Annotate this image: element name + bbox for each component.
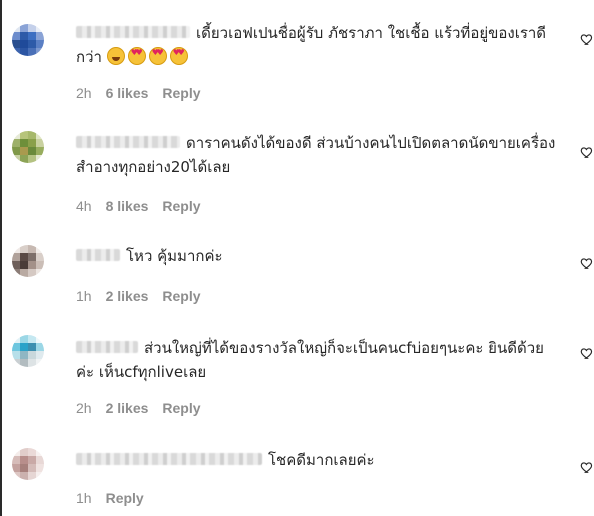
heart-outline-icon[interactable] (580, 145, 594, 159)
reply-button[interactable]: Reply (162, 85, 200, 101)
likes-count[interactable]: 6 likes (106, 85, 149, 101)
avatar[interactable] (12, 245, 44, 277)
comment-text: โชคดีมากเลยค่ะ (268, 451, 375, 469)
heart-outline-icon[interactable] (580, 460, 594, 474)
comment-body: ส่วนใหญ่ที่ได้ของรางวัลใหญ่ก็จะเป็นคนcfบ… (76, 336, 556, 384)
username-redacted[interactable] (76, 452, 262, 465)
comment-body: โหว คุ้มมากค่ะ (76, 244, 556, 268)
likes-count[interactable]: 8 likes (106, 198, 149, 214)
username-redacted[interactable] (76, 135, 180, 148)
avatar[interactable] (12, 448, 44, 480)
reply-button[interactable]: Reply (162, 198, 200, 214)
comment-meta: 2h 6 likes Reply (76, 85, 215, 101)
username-redacted[interactable] (76, 340, 138, 353)
comment-body: เดี้ยวเอฟเปนชื่อผู้รับ ภัชราภา ใชเชื้อ แ… (76, 21, 556, 69)
comment-meta: 1h Reply (76, 490, 158, 506)
reply-button[interactable]: Reply (162, 288, 200, 304)
comment-text: โหว คุ้มมากค่ะ (126, 247, 223, 265)
heart-outline-icon[interactable] (580, 32, 594, 46)
reply-button[interactable]: Reply (162, 400, 200, 416)
avatar[interactable] (12, 131, 44, 163)
heart-eyes-icon (148, 47, 167, 65)
avatar[interactable] (12, 335, 44, 367)
comment-time[interactable]: 4h (76, 198, 92, 214)
reply-button[interactable]: Reply (106, 490, 144, 506)
username-redacted[interactable] (76, 25, 190, 38)
rolling-on-floor-laughing-icon (106, 47, 125, 65)
comment-text: ส่วนใหญ่ที่ได้ของรางวัลใหญ่ก็จะเป็นคนcfบ… (76, 339, 544, 381)
left-border (0, 0, 2, 516)
comment-meta: 2h 2 likes Reply (76, 400, 215, 416)
comment-body: โชคดีมากเลยค่ะ (76, 448, 556, 472)
heart-eyes-icon (127, 47, 146, 65)
comment-meta: 4h 8 likes Reply (76, 198, 215, 214)
comment-time[interactable]: 2h (76, 400, 92, 416)
username-redacted[interactable] (76, 248, 120, 261)
heart-outline-icon[interactable] (580, 256, 594, 270)
comment-time[interactable]: 1h (76, 288, 92, 304)
avatar[interactable] (12, 24, 44, 56)
likes-count[interactable]: 2 likes (106, 400, 149, 416)
heart-outline-icon[interactable] (580, 346, 594, 360)
comment-time[interactable]: 2h (76, 85, 92, 101)
heart-eyes-icon (169, 47, 188, 65)
comment-meta: 1h 2 likes Reply (76, 288, 215, 304)
comment-body: ดาราคนดังได้ของดี ส่วนบ้างคนไปเปิดตลาดนั… (76, 131, 556, 179)
likes-count[interactable]: 2 likes (106, 288, 149, 304)
comment-time[interactable]: 1h (76, 490, 92, 506)
